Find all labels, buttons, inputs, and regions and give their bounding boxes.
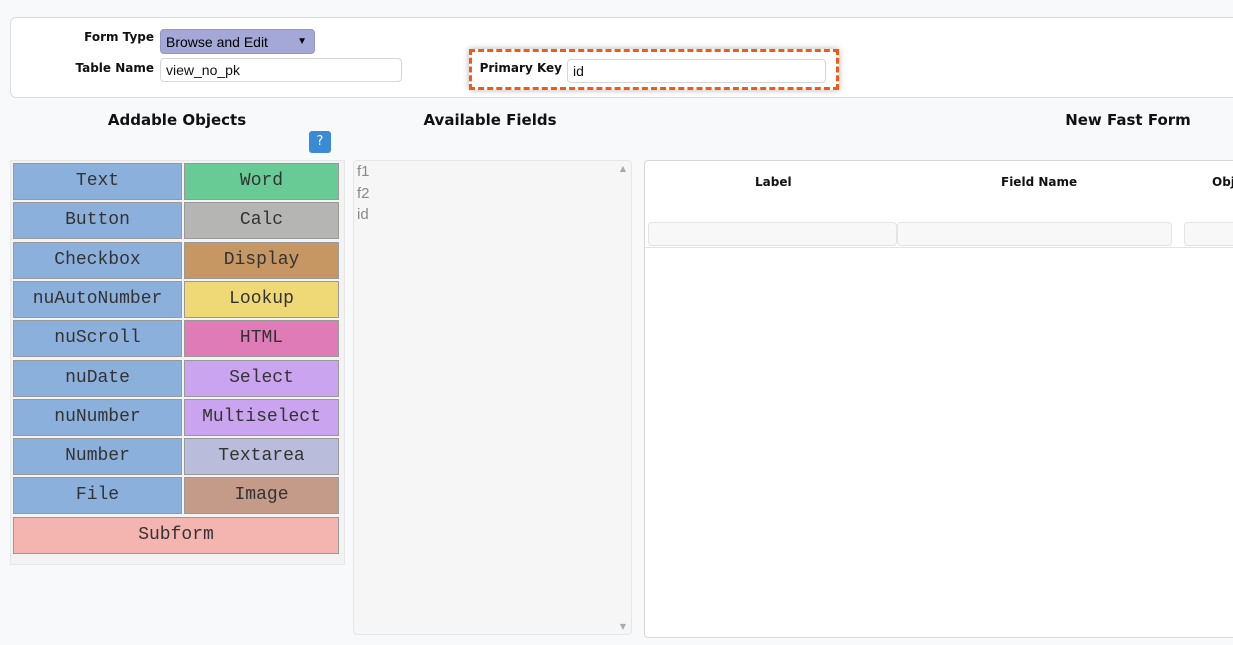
form-type-value: Browse and Edit <box>166 34 268 50</box>
table-name-label: Table Name <box>75 61 154 75</box>
object-textarea-button[interactable]: Textarea <box>184 438 339 476</box>
object-select-button[interactable]: Select <box>184 359 339 397</box>
scroll-up-icon[interactable]: ▲ <box>620 164 626 173</box>
object-lookup-button[interactable]: Lookup <box>184 280 339 318</box>
object-subform-button[interactable]: Subform <box>13 516 339 554</box>
field-item[interactable]: f2 <box>357 185 370 202</box>
table-name-input[interactable]: view_no_pk <box>160 58 402 82</box>
primary-key-input[interactable]: id <box>567 59 826 83</box>
field-name-input[interactable] <box>897 222 1172 246</box>
object-nunumber-button[interactable]: nuNumber <box>13 398 182 436</box>
object-text-button[interactable]: Text <box>13 163 182 200</box>
object-button-button[interactable]: Button <box>13 202 182 240</box>
addable-objects-title: Addable Objects <box>107 111 247 129</box>
object-nudate-button[interactable]: nuDate <box>13 359 182 397</box>
object-multiselect-button[interactable]: Multiselect <box>184 398 339 436</box>
object-word-button[interactable]: Word <box>184 163 339 200</box>
chevron-down-icon: ▼ <box>297 36 307 47</box>
field-item[interactable]: f1 <box>357 163 370 180</box>
column-header-field-name: Field Name <box>1001 175 1078 189</box>
help-button[interactable]: ? <box>309 131 331 153</box>
fast-form-table: Label Field Name Obj <box>644 160 1233 638</box>
available-fields-list[interactable]: f1 f2 id ▲ ▼ <box>353 160 632 635</box>
field-item[interactable]: id <box>357 206 369 223</box>
form-type-select[interactable]: Browse and Edit ▼ <box>160 29 315 54</box>
object-html-button[interactable]: HTML <box>184 320 339 358</box>
object-nuscroll-button[interactable]: nuScroll <box>13 320 182 358</box>
object-image-button[interactable]: Image <box>184 477 339 515</box>
available-fields-title: Available Fields <box>423 111 557 129</box>
addable-objects-panel: Text Word Button Calc Checkbox Display nuAutoN… <box>10 160 345 565</box>
column-header-label: Label <box>755 175 792 189</box>
form-type-label: Form Type <box>84 30 154 44</box>
object-file-button[interactable]: File <box>13 477 182 515</box>
object-number-button[interactable]: Number <box>13 438 182 476</box>
object-calc-button[interactable]: Calc <box>184 202 339 240</box>
label-input[interactable] <box>648 222 897 246</box>
object-checkbox-button[interactable]: Checkbox <box>13 241 182 279</box>
object-display-button[interactable]: Display <box>184 241 339 279</box>
new-fast-form-title: New Fast Form <box>1065 111 1191 129</box>
column-header-object: Obj <box>1212 175 1233 189</box>
scroll-down-icon[interactable]: ▼ <box>620 622 626 631</box>
object-input[interactable] <box>1184 222 1233 246</box>
object-nuautonumber-button[interactable]: nuAutoNumber <box>13 280 182 318</box>
primary-key-label: Primary Key <box>479 61 562 75</box>
divider <box>645 247 1233 248</box>
